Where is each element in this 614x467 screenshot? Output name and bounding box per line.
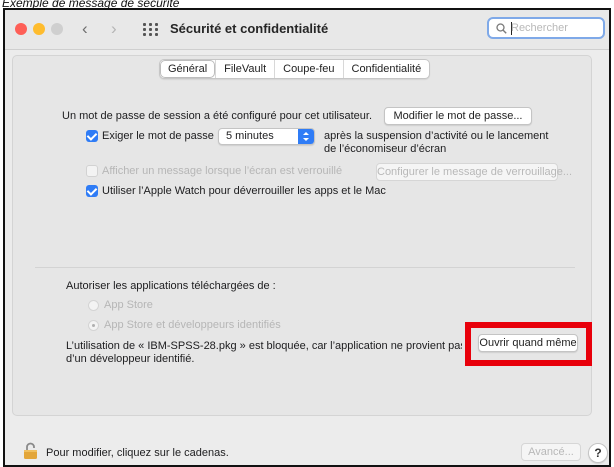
search-field[interactable] bbox=[487, 17, 605, 39]
blocked-message-line1: L’utilisation de « IBM-SPSS-28.pkg » est… bbox=[66, 340, 462, 352]
show-all-grid-icon[interactable] bbox=[143, 23, 159, 36]
require-password-label: Exiger le mot de passe bbox=[102, 130, 214, 142]
chevron-updown-icon bbox=[298, 129, 314, 144]
radio-app-store-identified[interactable] bbox=[88, 320, 99, 331]
apple-watch-checkbox[interactable] bbox=[86, 185, 98, 197]
tab-bar: Général FileVault Coupe-feu Confidential… bbox=[159, 59, 431, 79]
tab-filevault[interactable]: FileVault bbox=[215, 60, 274, 78]
password-delay-value: 5 minutes bbox=[226, 130, 274, 142]
lock-message-button[interactable]: Configurer le message de verrouillage... bbox=[376, 163, 572, 181]
help-button[interactable]: ? bbox=[588, 443, 608, 463]
search-input[interactable] bbox=[511, 20, 599, 36]
require-password-suffix-line1: après la suspension d’activité ou le lan… bbox=[324, 130, 549, 142]
tab-firewall[interactable]: Coupe-feu bbox=[274, 60, 342, 78]
section-divider bbox=[35, 267, 575, 268]
password-delay-select[interactable]: 5 minutes bbox=[218, 128, 315, 145]
search-icon bbox=[496, 23, 507, 34]
tab-general[interactable]: Général bbox=[160, 60, 216, 78]
lock-icon[interactable] bbox=[23, 442, 38, 460]
advanced-button[interactable]: Avancé... bbox=[521, 443, 581, 461]
radio-app-store-identified-label: App Store et développeurs identifiés bbox=[104, 319, 281, 331]
require-password-suffix-line2: de l’économiseur d’écran bbox=[324, 143, 447, 155]
window-title: Sécurité et confidentialité bbox=[170, 21, 329, 36]
lock-hint-text: Pour modifier, cliquez sur le cadenas. bbox=[46, 447, 229, 459]
change-password-button[interactable]: Modifier le mot de passe... bbox=[384, 107, 532, 125]
forward-arrow-icon[interactable]: › bbox=[111, 20, 117, 37]
tab-privacy[interactable]: Confidentialité bbox=[342, 60, 430, 78]
password-set-text: Un mot de passe de session a été configu… bbox=[62, 110, 373, 122]
open-anyway-highlight-box bbox=[465, 322, 592, 366]
blocked-message-line2: d’un développeur identifié. bbox=[66, 353, 195, 365]
back-arrow-icon[interactable]: ‹ bbox=[82, 20, 88, 37]
lock-message-label: Afficher un message lorsque l’écran est … bbox=[102, 165, 343, 177]
window-toolbar: ‹ › Sécurité et confidentialité bbox=[5, 10, 609, 50]
require-password-checkbox[interactable] bbox=[86, 130, 98, 142]
lock-message-checkbox[interactable] bbox=[86, 165, 98, 177]
radio-app-store[interactable] bbox=[88, 300, 99, 311]
apple-watch-label: Utiliser l’Apple Watch pour déverrouille… bbox=[102, 185, 386, 197]
close-window-button[interactable] bbox=[15, 23, 27, 35]
minimize-window-button[interactable] bbox=[33, 23, 45, 35]
zoom-window-button[interactable] bbox=[51, 23, 63, 35]
downloads-heading: Autoriser les applications téléchargées … bbox=[66, 280, 276, 292]
radio-app-store-label: App Store bbox=[104, 299, 153, 311]
